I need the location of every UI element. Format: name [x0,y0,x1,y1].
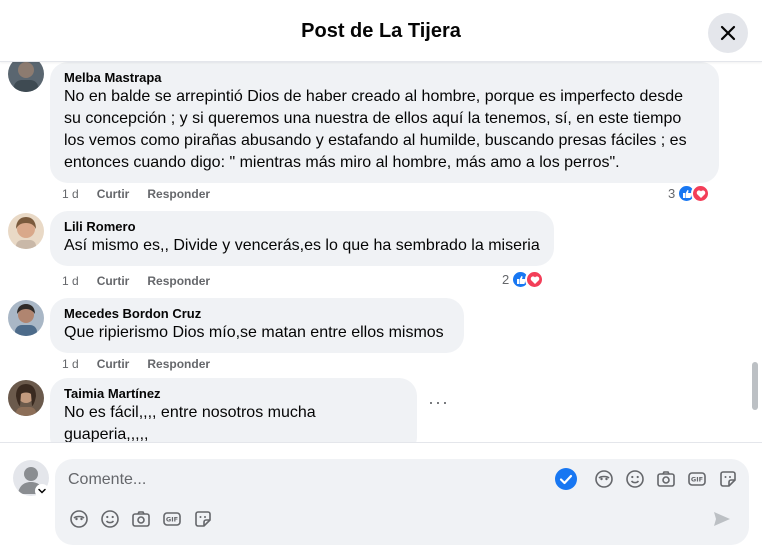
reply-link[interactable]: Responder [147,356,210,372]
comment-bubble: Lili Romero Así mismo es,, Divide y venc… [50,211,554,266]
reaction-summary[interactable]: 2 [502,270,545,289]
reaction-count: 2 [502,272,510,287]
comment-text: Que ripierismo Dios mío,se matan entre e… [64,324,444,341]
close-icon [720,25,736,41]
love-reaction-icon [691,184,711,203]
scrollbar-thumb[interactable] [752,362,758,410]
reaction-summary[interactable]: 3 [668,184,711,203]
reaction-count: 3 [668,186,676,201]
comment-author[interactable]: Mecedes Bordon Cruz [64,306,450,322]
avatar[interactable] [8,62,44,92]
comment-text-line: entonces cuando digo: " mientras más mir… [64,154,620,171]
comment-time[interactable]: 1 d [62,186,79,202]
comment-actions: 1 d Curtir Responder [62,356,228,372]
comment-input-placeholder: Comente... [68,471,147,488]
gif-icon[interactable]: GIF [161,508,183,530]
comment-composer: Comente... GIF GIF [0,442,762,559]
avatar[interactable] [8,380,44,416]
reply-link[interactable]: Responder [147,186,210,202]
comment-text: Así mismo es,, Divide y vencerás,es lo q… [64,237,540,254]
comment-author[interactable]: Lili Romero [64,219,540,235]
like-link[interactable]: Curtir [97,186,130,202]
comment-author[interactable]: Melba Mastrapa [64,70,705,86]
comment-time[interactable]: 1 d [62,356,79,372]
like-link[interactable]: Curtir [97,273,130,289]
like-link[interactable]: Curtir [97,356,130,372]
camera-icon[interactable] [655,468,677,490]
close-button[interactable] [708,13,748,53]
avatar-sticker-icon[interactable] [68,508,90,530]
comment-actions: 1 d Curtir Responder [62,186,228,202]
love-reaction-icon [525,270,545,289]
avatar[interactable] [8,213,44,249]
sticker-icon[interactable] [192,508,214,530]
dialog-title: Post de La Tijera [301,20,461,42]
emoji-icon[interactable] [99,508,121,530]
check-circle-icon[interactable] [555,468,577,490]
comment-text-line: su concepción ; y si queremos una nuestr… [64,110,682,127]
emoji-icon[interactable] [624,468,646,490]
avatar-sticker-icon[interactable] [593,468,615,490]
comment-author[interactable]: Taimia Martínez [64,386,403,402]
comment-options-button[interactable]: ··· [428,392,449,413]
comment-text-line: No en balde se arrepintió Dios de haber … [64,88,684,105]
avatar[interactable] [8,300,44,336]
comment-bubble: Taimia Martínez No es fácil,,,, entre no… [50,378,417,442]
send-icon[interactable] [711,508,733,530]
comment-text-line: los vemos como pirañas abusando y estafa… [64,132,687,149]
comment-actions: 1 d Curtir Responder [62,273,228,289]
comment-text: No es fácil,,,, entre nosotros mucha gua… [64,404,316,442]
camera-icon[interactable] [130,508,152,530]
chevron-down-icon[interactable] [35,484,49,498]
comment-bubble: Mecedes Bordon Cruz Que ripierismo Dios … [50,298,464,353]
sticker-icon[interactable] [717,468,739,490]
comment-input[interactable]: Comente... GIF GIF [55,459,749,545]
gif-icon[interactable]: GIF [686,468,708,490]
comment-bubble: Melba Mastrapa No en balde se arrepintió… [50,62,719,183]
dialog-header: Post de La Tijera [0,0,762,62]
comment-time[interactable]: 1 d [62,273,79,289]
reply-link[interactable]: Responder [147,273,210,289]
svg-text:GIF: GIF [691,476,703,484]
svg-text:GIF: GIF [166,516,178,524]
comments-feed[interactable]: Melba Mastrapa No en balde se arrepintió… [0,62,762,442]
